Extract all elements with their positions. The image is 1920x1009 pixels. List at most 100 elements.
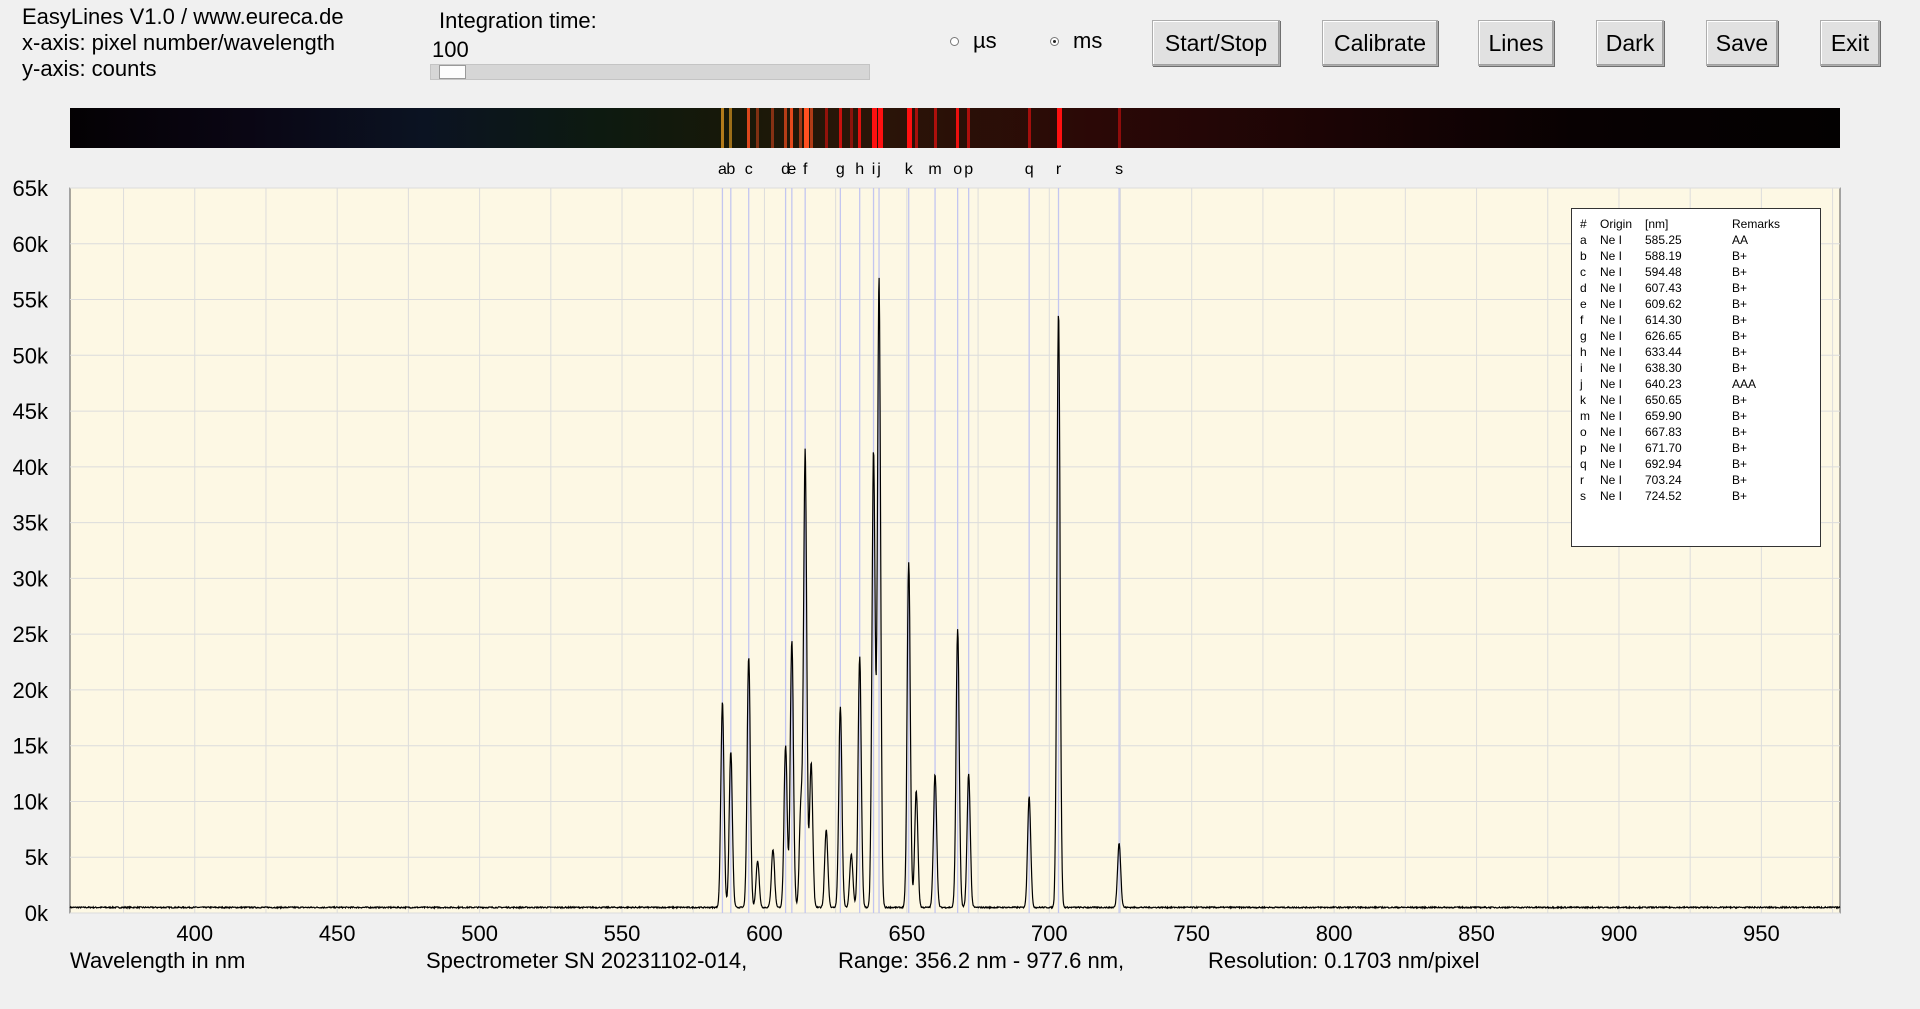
spectrum-line [771, 108, 775, 148]
table-cell: B+ [1732, 409, 1748, 423]
table-cell: 667.83 [1645, 425, 1682, 439]
xaxis-info: x-axis: pixel number/wavelength [22, 30, 336, 55]
unit-radio-ms[interactable]: ms [1050, 28, 1102, 54]
table-row: a Ne I 585.25 AA [1572, 232, 1820, 248]
table-row: f Ne I 614.30 B+ [1572, 312, 1820, 328]
table-cell: Ne I [1600, 265, 1623, 279]
x-axis-label: Wavelength in nm [70, 948, 246, 973]
calibrate-button[interactable]: Calibrate [1322, 20, 1438, 66]
spectrum-line [838, 108, 842, 148]
slider-thumb[interactable] [439, 65, 467, 79]
y-tick-label: 65k [13, 176, 49, 201]
table-cell: Ne I [1600, 361, 1623, 375]
table-cell: B+ [1732, 361, 1748, 375]
table-cell: B+ [1732, 489, 1748, 503]
integration-time-label: Integration time: [439, 8, 597, 33]
table-cell: a [1580, 233, 1587, 247]
table-cell: # [1580, 217, 1587, 231]
integration-time-slider[interactable] [430, 64, 870, 80]
line-marker-letter: s [1115, 161, 1123, 178]
y-tick-label: 55k [13, 288, 49, 313]
table-row: j Ne I 640.23 AAA [1572, 376, 1820, 392]
table-cell: Ne I [1600, 457, 1623, 471]
table-row: p Ne I 671.70 B+ [1572, 440, 1820, 456]
table-cell: 585.25 [1645, 233, 1682, 247]
table-cell: Ne I [1600, 313, 1623, 327]
spectrum-line [933, 108, 937, 148]
table-cell: i [1580, 361, 1583, 375]
exit-button[interactable]: Exit [1820, 20, 1880, 66]
line-marker-letter: j [876, 161, 881, 178]
x-tick-label: 650 [889, 921, 926, 946]
integration-time-value: 100 [432, 37, 469, 62]
line-marker-letter: p [964, 161, 973, 178]
table-cell: B+ [1732, 441, 1748, 455]
spectrum-line [756, 108, 760, 148]
wavelength-range: Range: 356.2 nm - 977.6 nm, [838, 948, 1125, 973]
table-cell: Ne I [1600, 473, 1623, 487]
spectrum-line [877, 108, 883, 148]
table-cell: q [1580, 457, 1587, 471]
unit-radio-us[interactable]: µs [950, 28, 997, 54]
table-cell: 659.90 [1645, 409, 1682, 423]
y-tick-label: 5k [25, 845, 49, 870]
y-tick-label: 15k [13, 734, 49, 759]
start-stop-button[interactable]: Start/Stop [1152, 20, 1280, 66]
table-cell: Ne I [1600, 409, 1623, 423]
y-tick-label: 35k [13, 511, 49, 536]
table-cell: B+ [1732, 425, 1748, 439]
table-cell: 633.44 [1645, 345, 1682, 359]
x-tick-label: 500 [461, 921, 498, 946]
radio-checked-icon [1050, 36, 1059, 46]
line-marker-letter: q [1025, 161, 1034, 178]
table-cell: j [1580, 377, 1583, 391]
spectrometer-serial: Spectrometer SN 20231102-014, [426, 948, 748, 973]
table-cell: 724.52 [1645, 489, 1682, 503]
table-row: m Ne I 659.90 B+ [1572, 408, 1820, 424]
x-tick-label: 700 [1031, 921, 1068, 946]
lines-button[interactable]: Lines [1478, 20, 1554, 66]
table-cell: B+ [1732, 345, 1748, 359]
unit-us-label: µs [973, 28, 997, 53]
table-cell: Ne I [1600, 297, 1623, 311]
spectrum-line [809, 108, 813, 148]
spectrum-line [803, 108, 809, 148]
table-cell: e [1580, 297, 1587, 311]
table-cell: 614.30 [1645, 313, 1682, 327]
table-cell: Ne I [1600, 489, 1623, 503]
dark-button[interactable]: Dark [1596, 20, 1664, 66]
table-cell: p [1580, 441, 1587, 455]
line-marker-letter: b [726, 161, 735, 178]
table-cell: Origin [1600, 217, 1633, 231]
table-cell: Ne I [1600, 393, 1623, 407]
table-cell: Ne I [1600, 441, 1623, 455]
line-marker-letter: g [836, 161, 845, 178]
table-cell: Ne I [1600, 425, 1623, 439]
table-cell: B+ [1732, 329, 1748, 343]
table-cell: k [1580, 393, 1586, 407]
table-cell: Ne I [1600, 249, 1623, 263]
table-row: s Ne I 724.52 B+ [1572, 488, 1820, 504]
table-cell: B+ [1732, 457, 1748, 471]
table-cell: r [1580, 473, 1584, 487]
table-row: c Ne I 594.48 B+ [1572, 264, 1820, 280]
yaxis-info: y-axis: counts [22, 56, 157, 81]
table-cell: Ne I [1600, 377, 1623, 391]
y-tick-label: 40k [13, 455, 49, 480]
save-button[interactable]: Save [1706, 20, 1778, 66]
table-cell: Ne I [1600, 233, 1623, 247]
table-cell: g [1580, 329, 1587, 343]
spectrum-line [858, 108, 862, 148]
spectrum-color-strip [70, 108, 1840, 148]
table-cell: h [1580, 345, 1587, 359]
y-tick-label: 25k [13, 622, 49, 647]
spectrum-line [967, 108, 971, 148]
table-cell: 638.30 [1645, 361, 1682, 375]
line-marker-letter: m [928, 161, 941, 178]
table-cell: c [1580, 265, 1586, 279]
spectrum-line [729, 108, 733, 148]
line-marker-letter: r [1056, 161, 1062, 178]
table-row: h Ne I 633.44 B+ [1572, 344, 1820, 360]
table-cell: f [1580, 313, 1584, 327]
table-cell: d [1580, 281, 1587, 295]
